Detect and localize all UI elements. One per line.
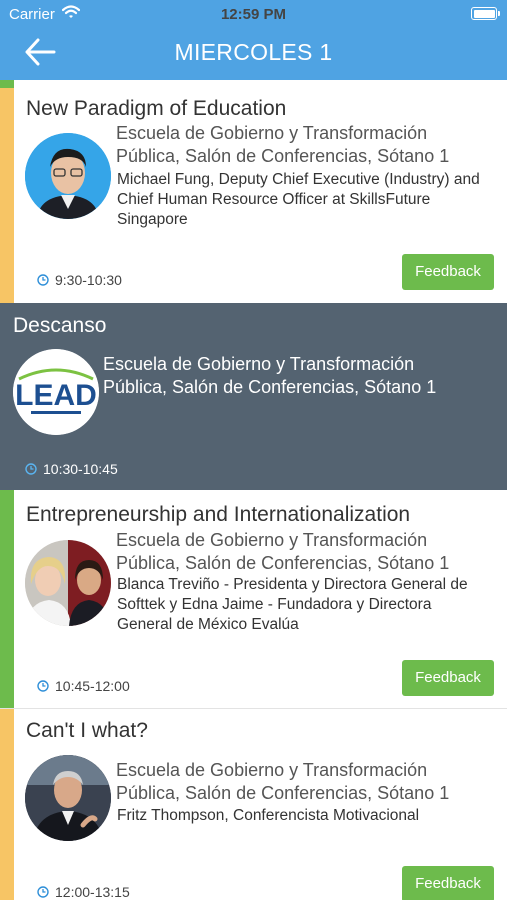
logo-text: LEAD: [15, 379, 97, 412]
clock-icon: [37, 680, 49, 692]
battery-icon: [471, 7, 500, 20]
speaker-avatar: [25, 540, 111, 626]
speaker-avatar: [25, 133, 111, 219]
clock-icon: [37, 886, 49, 898]
session-speaker: Michael Fung, Deputy Chief Executive (In…: [117, 170, 480, 230]
session-card[interactable]: New Paradigm of Education Escuela de Gob…: [0, 88, 507, 303]
location-line: Pública, Salón de Conferencias, Sótano 1: [116, 553, 450, 573]
session-color-stripe: [0, 490, 14, 708]
speaker-line: Michael Fung, Deputy Chief Executive (In…: [117, 171, 480, 188]
session-title: Entrepreneurship and Internationalizatio…: [26, 503, 411, 526]
nav-bar: Carrier 12:59 PM MIERCOLES 1: [0, 0, 507, 80]
location-line: Escuela de Gobierno y Transformación: [103, 354, 415, 374]
session-location: Escuela de Gobierno y Transformación Púb…: [116, 759, 449, 805]
location-line: Pública, Salón de Conferencias, Sótano 1: [103, 377, 437, 397]
clock-icon: [25, 463, 37, 475]
session-location: Escuela de Gobierno y Transformación Púb…: [103, 353, 436, 399]
time-label: 12:00-13:15: [55, 884, 130, 900]
clock-time: 12:59 PM: [220, 6, 287, 23]
location-line: Pública, Salón de Conferencias, Sótano 1: [116, 146, 450, 166]
status-bar: Carrier 12:59 PM: [0, 0, 507, 28]
session-title: New Paradigm of Education: [26, 97, 287, 120]
session-speaker: Fritz Thompson, Conferencista Motivacion…: [117, 806, 419, 826]
page-title: MIERCOLES 1: [174, 39, 333, 65]
time-label: 10:45-12:00: [55, 678, 130, 694]
speaker-line: Softtek y Edna Jaime - Fundadora y Direc…: [117, 596, 432, 613]
accent-strip: [0, 80, 14, 88]
feedback-button[interactable]: Feedback: [402, 254, 494, 290]
session-color-stripe: [0, 88, 14, 303]
session-card[interactable]: Entrepreneurship and Internationalizatio…: [0, 490, 507, 708]
speaker-line: Fritz Thompson, Conferencista Motivacion…: [117, 807, 420, 824]
speaker-avatar: [25, 755, 111, 841]
session-location: Escuela de Gobierno y Transformación Púb…: [116, 122, 449, 168]
speaker-line: General de México Evalúa: [117, 616, 299, 633]
session-card-break[interactable]: Descanso LEAD Escuela de Gobierno y Tran…: [0, 303, 507, 490]
feedback-button[interactable]: Feedback: [402, 660, 494, 696]
session-title: Descanso: [13, 314, 107, 337]
session-title: Can't I what?: [26, 719, 148, 742]
feedback-button[interactable]: Feedback: [402, 866, 494, 900]
session-card[interactable]: Can't I what? Escuela de Gobierno y Tran…: [0, 709, 507, 900]
location-line: Escuela de Gobierno y Transformación: [116, 760, 428, 780]
time-label: 10:30-10:45: [43, 461, 118, 477]
clock-icon: [37, 274, 49, 286]
session-time: 12:00-13:15: [37, 884, 130, 900]
speaker-line: Blanca Treviño - Presidenta y Directora …: [117, 576, 468, 593]
lead-logo: LEAD: [13, 349, 99, 435]
session-color-stripe: [0, 709, 14, 900]
location-line: Pública, Salón de Conferencias, Sótano 1: [116, 783, 450, 803]
speaker-line: Singapore: [117, 211, 188, 228]
session-time: 9:30-10:30: [37, 272, 122, 288]
session-time: 10:30-10:45: [25, 461, 118, 477]
location-line: Escuela de Gobierno y Transformación: [116, 123, 428, 143]
session-time: 10:45-12:00: [37, 678, 130, 694]
session-location: Escuela de Gobierno y Transformación Púb…: [116, 529, 449, 575]
speaker-line: Chief Human Resource Officer at SkillsFu…: [117, 191, 431, 208]
location-line: Escuela de Gobierno y Transformación: [116, 530, 428, 550]
session-speaker: Blanca Treviño - Presidenta y Directora …: [117, 575, 468, 635]
time-label: 9:30-10:30: [55, 272, 122, 288]
